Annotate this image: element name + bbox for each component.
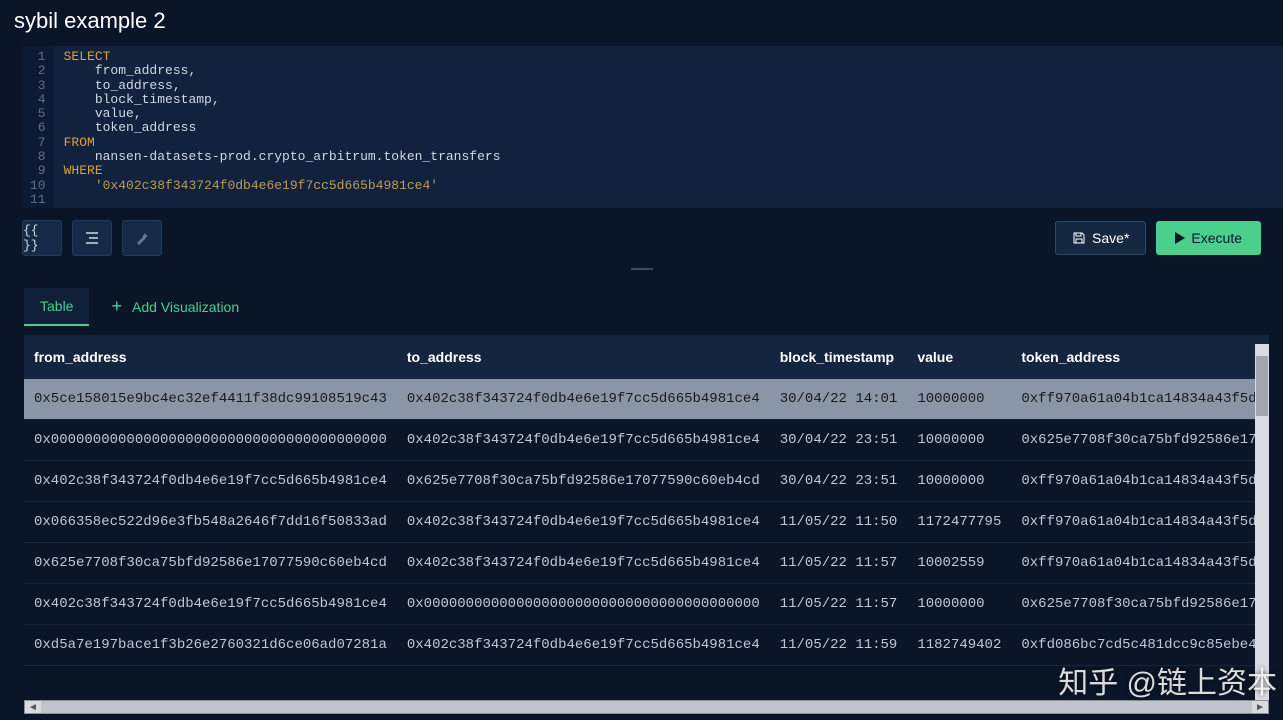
editor-gutter: 1234567891011	[22, 46, 54, 208]
editor-code[interactable]: SELECT from_address, to_address, block_t…	[54, 46, 511, 208]
page-title: sybil example 2	[0, 0, 1283, 46]
table-cell[interactable]: 0xfd086bc7cd5c481dcc9c85ebe478	[1011, 625, 1269, 666]
results-table-container[interactable]: from_addressto_addressblock_timestampval…	[24, 335, 1269, 705]
table-cell[interactable]: 0x625e7708f30ca75bfd92586e17077590c60eb4…	[397, 461, 770, 502]
toolbar: {{ }} Save* Execute	[0, 208, 1283, 266]
params-button[interactable]: {{ }}	[22, 220, 62, 256]
table-cell[interactable]: 0x402c38f343724f0db4e6e19f7cc5d665b4981c…	[397, 420, 770, 461]
table-cell[interactable]: 30/04/22 14:01	[770, 379, 908, 420]
table-cell[interactable]: 10000000	[907, 461, 1011, 502]
format-icon	[85, 231, 99, 245]
table-cell[interactable]: 1182749402	[907, 625, 1011, 666]
format-button[interactable]	[72, 220, 112, 256]
table-row[interactable]: 0x402c38f343724f0db4e6e19f7cc5d665b4981c…	[24, 461, 1269, 502]
table-cell[interactable]: 10002559	[907, 543, 1011, 584]
table-row[interactable]: 0x5ce158015e9bc4ec32ef4411f38dc99108519c…	[24, 379, 1269, 420]
save-label: Save*	[1092, 230, 1129, 246]
scrollbar-thumb[interactable]	[1256, 356, 1268, 416]
add-visualization-button[interactable]: + Add Visualization	[107, 286, 243, 327]
table-cell[interactable]: 0x402c38f343724f0db4e6e19f7cc5d665b4981c…	[397, 379, 770, 420]
table-cell[interactable]: 0x625e7708f30ca75bfd92586e17077	[1011, 420, 1269, 461]
table-cell[interactable]: 0x00000000000000000000000000000000000000…	[397, 584, 770, 625]
table-row[interactable]: 0x402c38f343724f0db4e6e19f7cc5d665b4981c…	[24, 584, 1269, 625]
table-cell[interactable]: 11/05/22 11:50	[770, 502, 908, 543]
table-header-row: from_addressto_addressblock_timestampval…	[24, 335, 1269, 379]
table-cell[interactable]: 1172477795	[907, 502, 1011, 543]
tab-table[interactable]: Table	[24, 288, 89, 326]
sql-editor[interactable]: 1234567891011 SELECT from_address, to_ad…	[22, 46, 1283, 208]
save-icon	[1072, 231, 1086, 245]
table-cell[interactable]: 0x00000000000000000000000000000000000000…	[24, 420, 397, 461]
table-cell[interactable]: 10000000	[907, 379, 1011, 420]
table-cell[interactable]: 0xd5a7e197bace1f3b26e2760321d6ce06ad0728…	[24, 625, 397, 666]
table-row[interactable]: 0x066358ec522d96e3fb548a2646f7dd16f50833…	[24, 502, 1269, 543]
table-cell[interactable]: 0xff970a61a04b1ca14834a43f5de49	[1011, 502, 1269, 543]
table-cell[interactable]: 30/04/22 23:51	[770, 420, 908, 461]
table-cell[interactable]: 0x625e7708f30ca75bfd92586e17077590c60eb4…	[24, 543, 397, 584]
table-cell[interactable]: 0x402c38f343724f0db4e6e19f7cc5d665b4981c…	[397, 625, 770, 666]
table-cell[interactable]: 0x402c38f343724f0db4e6e19f7cc5d665b4981c…	[24, 461, 397, 502]
table-cell[interactable]: 11/05/22 11:59	[770, 625, 908, 666]
magic-button[interactable]	[122, 220, 162, 256]
table-cell[interactable]: 0x5ce158015e9bc4ec32ef4411f38dc99108519c…	[24, 379, 397, 420]
result-tabs: Table + Add Visualization	[0, 272, 1283, 327]
table-row[interactable]: 0x00000000000000000000000000000000000000…	[24, 420, 1269, 461]
results-table: from_addressto_addressblock_timestampval…	[24, 335, 1269, 666]
play-icon	[1175, 232, 1185, 244]
table-cell[interactable]: 11/05/22 11:57	[770, 584, 908, 625]
wand-icon	[135, 231, 149, 245]
scroll-right-button[interactable]: ►	[1252, 701, 1268, 713]
table-cell[interactable]: 0x066358ec522d96e3fb548a2646f7dd16f50833…	[24, 502, 397, 543]
vertical-scrollbar[interactable]	[1255, 344, 1269, 704]
column-header[interactable]: token_address	[1011, 335, 1269, 379]
table-cell[interactable]: 0x625e7708f30ca75bfd92586e17077	[1011, 584, 1269, 625]
table-cell[interactable]: 0x402c38f343724f0db4e6e19f7cc5d665b4981c…	[397, 543, 770, 584]
plus-icon: +	[111, 296, 122, 317]
table-cell[interactable]: 0xff970a61a04b1ca14834a43f5de49	[1011, 543, 1269, 584]
table-cell[interactable]: 30/04/22 23:51	[770, 461, 908, 502]
table-cell[interactable]: 10000000	[907, 584, 1011, 625]
table-body: 0x5ce158015e9bc4ec32ef4411f38dc99108519c…	[24, 379, 1269, 666]
column-header[interactable]: block_timestamp	[770, 335, 908, 379]
table-cell[interactable]: 0xff970a61a04b1ca14834a43f5de49	[1011, 461, 1269, 502]
table-cell[interactable]: 10000000	[907, 420, 1011, 461]
execute-button[interactable]: Execute	[1156, 221, 1261, 255]
table-row[interactable]: 0xd5a7e197bace1f3b26e2760321d6ce06ad0728…	[24, 625, 1269, 666]
table-cell[interactable]: 0xff970a61a04b1ca14834a43f5de4	[1011, 379, 1269, 420]
column-header[interactable]: value	[907, 335, 1011, 379]
scroll-left-button[interactable]: ◄	[25, 701, 41, 713]
table-cell[interactable]: 11/05/22 11:57	[770, 543, 908, 584]
table-cell[interactable]: 0x402c38f343724f0db4e6e19f7cc5d665b4981c…	[397, 502, 770, 543]
table-cell[interactable]: 0x402c38f343724f0db4e6e19f7cc5d665b4981c…	[24, 584, 397, 625]
add-viz-label: Add Visualization	[132, 299, 239, 315]
save-button[interactable]: Save*	[1055, 221, 1146, 255]
table-row[interactable]: 0x625e7708f30ca75bfd92586e17077590c60eb4…	[24, 543, 1269, 584]
column-header[interactable]: to_address	[397, 335, 770, 379]
horizontal-scrollbar[interactable]: ◄ ►	[24, 700, 1269, 714]
column-header[interactable]: from_address	[24, 335, 397, 379]
execute-label: Execute	[1191, 230, 1242, 246]
